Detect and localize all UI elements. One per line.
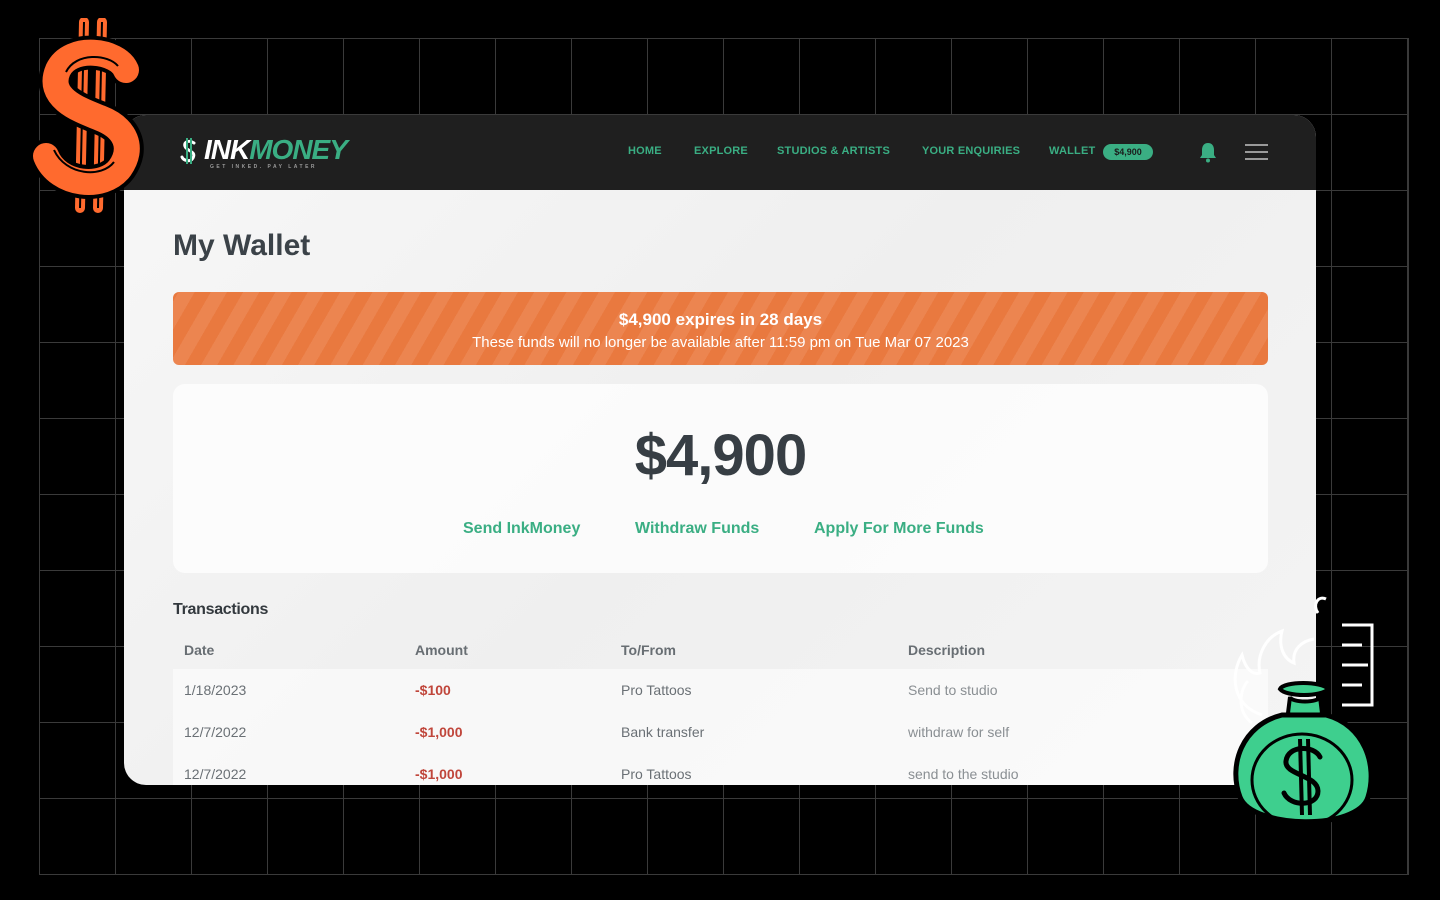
column-header-amount: Amount — [415, 642, 468, 658]
decorative-money-bag-icon — [1233, 596, 1374, 828]
row-date: 12/7/2022 — [184, 724, 247, 740]
column-header-date: Date — [184, 642, 215, 658]
column-header-description: Description — [908, 642, 986, 658]
brand-logo[interactable]: INKMONEY GET INKED. PAY LATER — [178, 135, 348, 171]
nav-wallet[interactable]: WALLET — [1049, 145, 1095, 157]
apply-for-more-funds-link[interactable]: Apply For More Funds — [814, 520, 984, 538]
table-row[interactable]: 1/18/2023 -$100 Pro Tattoos Send to stud… — [173, 669, 1268, 711]
row-description: withdraw for self — [908, 724, 1010, 740]
row-description: send to the studio — [908, 766, 1019, 782]
balance-card: $4,900 Send InkMoney Withdraw Funds Appl… — [173, 384, 1268, 573]
brand-name-part2: MONEY — [249, 134, 348, 165]
expiry-banner-subtitle: These funds will no longer be available … — [472, 334, 969, 351]
decorative-dollar-sign-icon — [30, 18, 144, 213]
row-amount: -$1,000 — [415, 724, 463, 740]
page-title: My Wallet — [173, 229, 311, 262]
nav-studios-artists[interactable]: STUDIOS & ARTISTS — [777, 145, 890, 157]
transactions-title: Transactions — [173, 601, 269, 618]
wallet-balance: $4,900 — [634, 423, 807, 488]
row-party: Pro Tattoos — [621, 682, 692, 698]
nav-your-enquiries[interactable]: YOUR ENQUIRIES — [922, 145, 1020, 157]
send-inkmoney-link[interactable]: Send InkMoney — [463, 520, 580, 538]
row-party: Pro Tattoos — [621, 766, 692, 782]
brand-name-part1: INK — [204, 134, 250, 165]
table-header: Date Amount To/From Description — [173, 631, 1268, 669]
row-party: Bank transfer — [621, 724, 705, 740]
bell-icon[interactable] — [1198, 141, 1218, 163]
row-amount: -$100 — [415, 682, 451, 698]
hamburger-menu-icon[interactable] — [1245, 143, 1269, 161]
wallet-balance-badge[interactable]: $4,900 — [1103, 144, 1153, 160]
nav-home[interactable]: HOME — [628, 145, 662, 157]
withdraw-funds-link[interactable]: Withdraw Funds — [635, 520, 759, 538]
top-navbar: INKMONEY GET INKED. PAY LATER HOME EXPLO… — [124, 115, 1316, 190]
expiry-banner: $4,900 expires in 28 days These funds wi… — [173, 292, 1268, 365]
expiry-banner-title: $4,900 expires in 28 days — [618, 310, 823, 329]
transactions-table: Date Amount To/From Description 1/18/202… — [173, 631, 1268, 785]
column-header-to-from: To/From — [621, 642, 676, 658]
table-row[interactable]: 12/7/2022 -$1,000 Pro Tattoos send to th… — [173, 753, 1268, 785]
row-amount: -$1,000 — [415, 766, 463, 782]
row-description: Send to studio — [908, 682, 998, 698]
brand-name: INKMONEY — [204, 134, 348, 165]
app-window: INKMONEY GET INKED. PAY LATER HOME EXPLO… — [124, 115, 1316, 785]
row-date: 1/18/2023 — [184, 682, 247, 698]
logo-mark-icon — [180, 138, 196, 164]
row-date: 12/7/2022 — [184, 766, 247, 782]
brand-tagline: GET INKED. PAY LATER — [210, 164, 318, 170]
nav-explore[interactable]: EXPLORE — [694, 145, 748, 157]
table-row[interactable]: 12/7/2022 -$1,000 Bank transfer withdraw… — [173, 711, 1268, 753]
